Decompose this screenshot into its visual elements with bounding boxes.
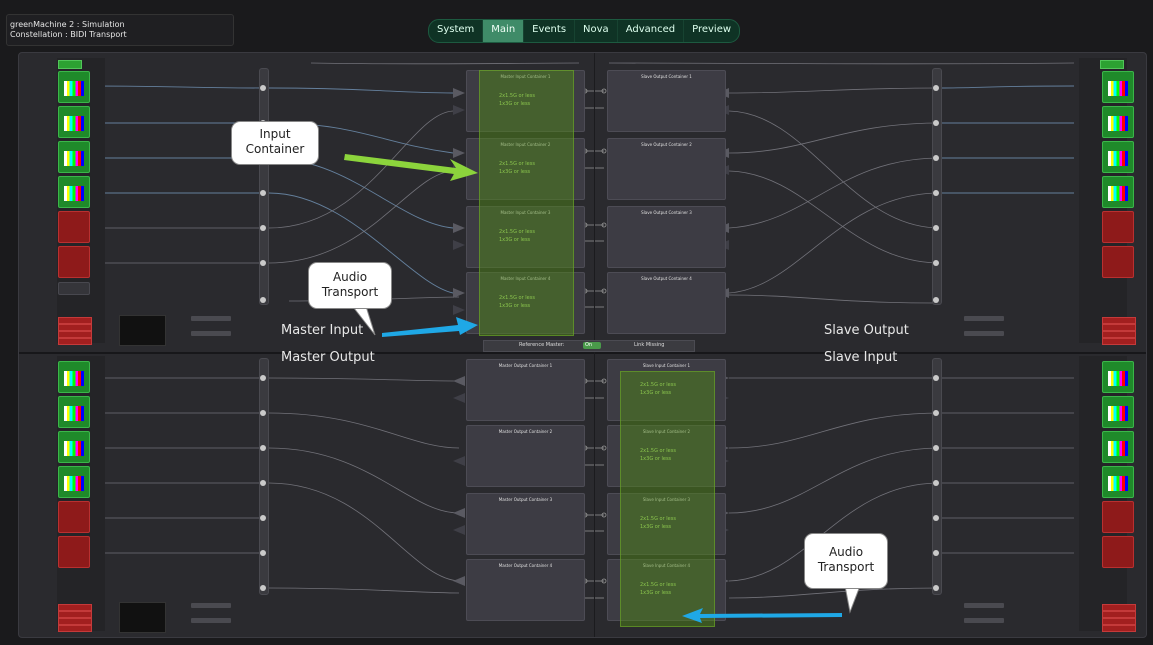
blue-arrow-top — [382, 317, 478, 337]
callout-line: Audio — [828, 545, 864, 559]
callout-line: Transport — [817, 560, 875, 574]
bubble-tail — [844, 585, 861, 614]
callout-line: Transport — [321, 285, 379, 299]
callout-audio-transport-top: Audio Transport — [308, 262, 392, 309]
blue-arrow-bottom — [682, 608, 842, 623]
callout-audio-transport-bottom: Audio Transport — [804, 533, 888, 589]
callout-line: Audio — [332, 270, 368, 284]
annotation-arrows — [344, 154, 861, 623]
callout-input-container: Input Container — [231, 121, 319, 165]
callout-line: Input — [259, 127, 291, 141]
callout-line: Container — [245, 142, 305, 156]
green-arrow — [344, 154, 478, 181]
